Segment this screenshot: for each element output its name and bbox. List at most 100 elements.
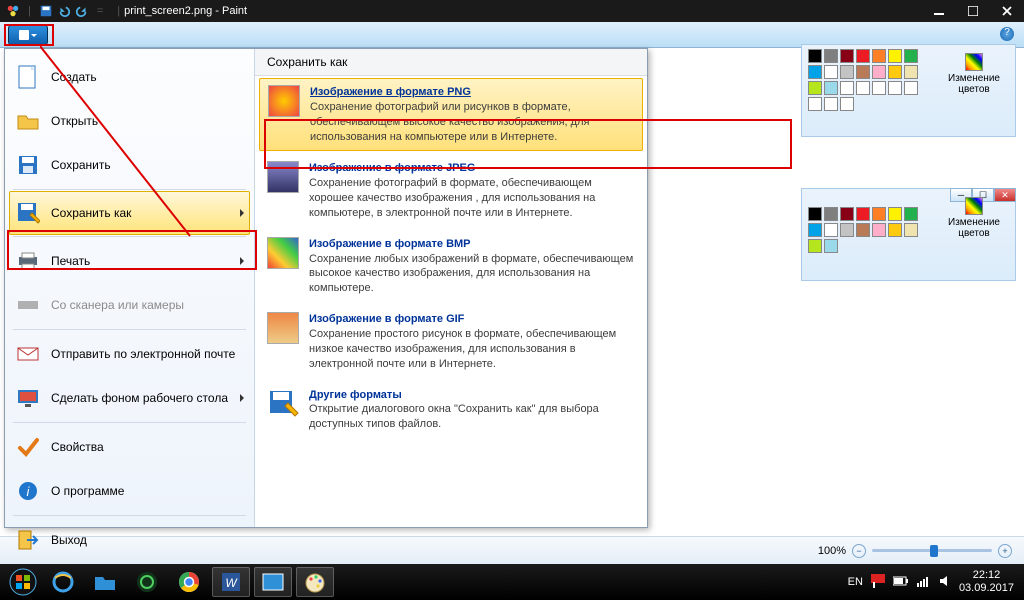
- fmt-title: Изображение в формате JPEG: [309, 161, 635, 176]
- menu-item-label: Со сканера или камеры: [51, 298, 184, 312]
- menu-item-label: Создать: [51, 70, 97, 84]
- exit-icon: [15, 527, 41, 553]
- gif-format-icon: [267, 312, 299, 344]
- fmt-desc: Открытие диалогового окна "Сохранить как…: [309, 402, 635, 432]
- menu-item-saveas[interactable]: Сохранить как: [9, 191, 250, 235]
- menu-item-email[interactable]: Отправить по электронной почте: [5, 332, 254, 376]
- tray-sound-icon[interactable]: [939, 575, 951, 590]
- saveas-header: Сохранить как: [255, 49, 647, 76]
- menu-item-open[interactable]: Открыть: [5, 99, 254, 143]
- folder-open-icon: [15, 108, 41, 134]
- window-title-app: Paint: [222, 5, 247, 17]
- menu-item-create[interactable]: Создать: [5, 55, 254, 99]
- paint-app-icon: [6, 4, 20, 18]
- edit-colors-icon[interactable]: [965, 197, 983, 215]
- tray-lang[interactable]: EN: [848, 576, 863, 588]
- paint-file-menu: Создать Открыть Сохранить Сохранить как …: [4, 48, 648, 528]
- window-title-filename: print_screen2.png: [124, 5, 212, 17]
- saveas-icon: [15, 200, 41, 226]
- svg-text:W: W: [225, 576, 238, 590]
- png-format-icon: [268, 85, 300, 117]
- menu-item-print[interactable]: Печать: [5, 239, 254, 283]
- edit-colors-icon[interactable]: [965, 53, 983, 71]
- menu-item-label: Сделать фоном рабочего стола: [51, 391, 228, 405]
- menu-item-label: Свойства: [51, 440, 104, 454]
- submenu-arrow-icon: [240, 209, 244, 217]
- info-icon: i: [15, 478, 41, 504]
- fmt-desc: Сохранение простого рисунок в формате, о…: [309, 327, 635, 372]
- taskbar-app-icon[interactable]: [128, 567, 166, 597]
- email-icon: [15, 341, 41, 367]
- jpeg-format-icon: [267, 161, 299, 193]
- save-icon: [15, 152, 41, 178]
- zoom-slider[interactable]: [872, 549, 992, 552]
- redo-icon[interactable]: [75, 4, 89, 18]
- help-icon[interactable]: ?: [1000, 27, 1014, 41]
- menu-item-label: Отправить по электронной почте: [51, 347, 235, 361]
- start-button[interactable]: [4, 564, 42, 600]
- background-paint-colors-1: Изменение цветов: [801, 44, 1016, 137]
- zoom-control: 100% − +: [818, 544, 1012, 558]
- edit-colors-label: Изменение цветов: [948, 73, 1000, 95]
- submenu-arrow-icon: [240, 394, 244, 402]
- background-paint-colors-2: ─☐✕ Изменение цветов: [801, 188, 1016, 281]
- save-icon[interactable]: [39, 4, 53, 18]
- file-menu-items: Создать Открыть Сохранить Сохранить как …: [5, 49, 255, 527]
- taskbar-explorer-window-icon[interactable]: [254, 567, 292, 597]
- menu-item-label: Открыть: [51, 114, 98, 128]
- saveas-format-png[interactable]: Изображение в формате PNG Сохранение фот…: [259, 78, 643, 151]
- taskbar-word-icon[interactable]: W: [212, 567, 250, 597]
- menu-item-scanner: Со сканера или камеры: [5, 283, 254, 327]
- menu-item-exit[interactable]: Выход: [5, 518, 254, 562]
- menu-item-label: Печать: [51, 254, 90, 268]
- saveas-submenu: Сохранить как Изображение в формате PNG …: [255, 49, 647, 527]
- fmt-title: Изображение в формате PNG: [310, 85, 634, 100]
- tray-clock[interactable]: 22:12 03.09.2017: [959, 569, 1014, 595]
- edit-colors-label: Изменение цветов: [948, 217, 1000, 239]
- system-tray: EN 22:12 03.09.2017: [848, 569, 1020, 595]
- menu-item-label: Сохранить как: [51, 206, 131, 220]
- tray-battery-icon[interactable]: [893, 576, 909, 589]
- fmt-title: Изображение в формате GIF: [309, 312, 635, 327]
- menu-item-about[interactable]: i О программе: [5, 469, 254, 513]
- scanner-icon: [15, 292, 41, 318]
- quick-access-toolbar: | =: [0, 4, 113, 18]
- minimize-button[interactable]: [922, 0, 956, 22]
- zoom-value: 100%: [818, 545, 846, 557]
- title-bar: | = | print_screen2.png - Paint: [0, 0, 1024, 22]
- taskbar-paint-icon[interactable]: [296, 567, 334, 597]
- bmp-format-icon: [267, 237, 299, 269]
- zoom-in-button[interactable]: +: [998, 544, 1012, 558]
- new-file-icon: [15, 64, 41, 90]
- fmt-title: Изображение в формате BMP: [309, 237, 635, 252]
- undo-icon[interactable]: [57, 4, 71, 18]
- tray-time: 22:12: [959, 569, 1014, 582]
- submenu-arrow-icon: [240, 257, 244, 265]
- maximize-button[interactable]: [956, 0, 990, 22]
- taskbar-explorer-icon[interactable]: [86, 567, 124, 597]
- zoom-out-button[interactable]: −: [852, 544, 866, 558]
- tray-wifi-icon[interactable]: [917, 575, 931, 590]
- checkmark-icon: [15, 434, 41, 460]
- menu-item-label: О программе: [51, 484, 124, 498]
- paint-file-menu-button[interactable]: [8, 25, 48, 45]
- printer-icon: [15, 248, 41, 274]
- tray-date: 03.09.2017: [959, 582, 1014, 595]
- desktop-icon: [15, 385, 41, 411]
- fmt-desc: Сохранение любых изображений в формате, …: [309, 252, 635, 297]
- menu-item-label: Сохранить: [51, 158, 111, 172]
- taskbar-chrome-icon[interactable]: [170, 567, 208, 597]
- menu-item-wallpaper[interactable]: Сделать фоном рабочего стола: [5, 376, 254, 420]
- tray-flag-icon[interactable]: [871, 574, 885, 591]
- fmt-desc: Сохранение фотографий или рисунков в фор…: [310, 100, 634, 145]
- menu-item-label: Выход: [51, 533, 87, 547]
- close-button[interactable]: [990, 0, 1024, 22]
- saveas-format-gif[interactable]: Изображение в формате GIF Сохранение про…: [255, 304, 647, 379]
- menu-item-properties[interactable]: Свойства: [5, 425, 254, 469]
- saveas-format-other[interactable]: Другие форматы Открытие диалогового окна…: [255, 380, 647, 441]
- saveas-format-jpeg[interactable]: Изображение в формате JPEG Сохранение фо…: [255, 153, 647, 228]
- taskbar-ie-icon[interactable]: [44, 567, 82, 597]
- fmt-title: Другие форматы: [309, 388, 635, 403]
- menu-item-save[interactable]: Сохранить: [5, 143, 254, 187]
- saveas-format-bmp[interactable]: Изображение в формате BMP Сохранение люб…: [255, 229, 647, 304]
